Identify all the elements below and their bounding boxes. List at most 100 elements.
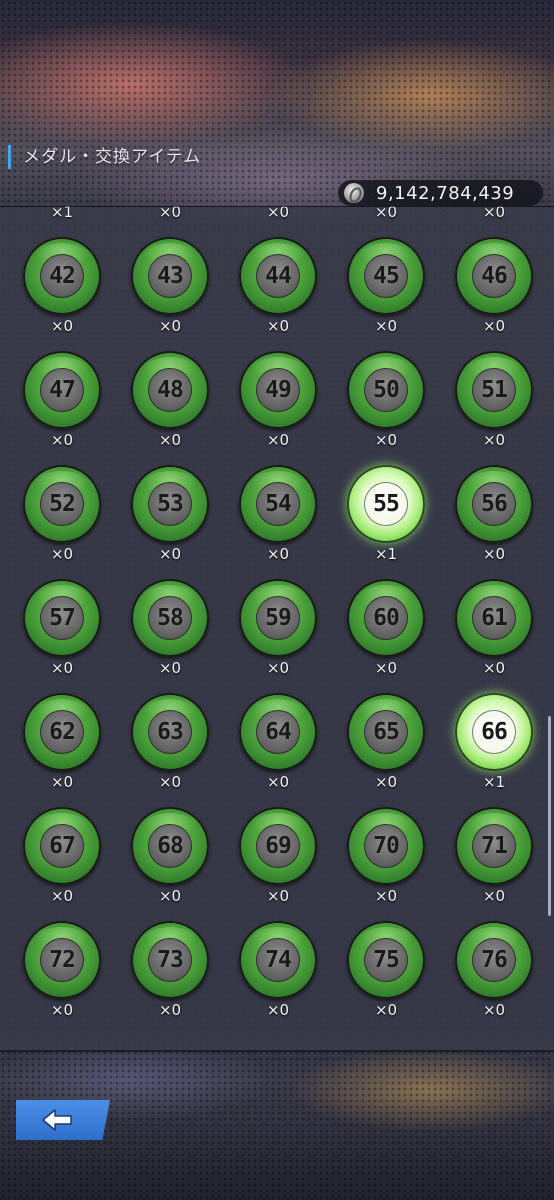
medal-cell[interactable]: 54 ×0 [233, 465, 323, 577]
medal-count: ×0 [50, 887, 74, 905]
medal-cell[interactable]: ×0 [233, 206, 323, 235]
medal-cell[interactable]: 65 ×0 [341, 693, 431, 805]
medal-cell[interactable]: 50 ×0 [341, 351, 431, 463]
medal-cell[interactable]: 48 ×0 [125, 351, 215, 463]
medal-number-plate: 65 [364, 710, 408, 754]
medal-number-plate: 48 [148, 368, 192, 412]
medal-count: ×0 [374, 206, 398, 221]
medal-icon: 46 [455, 237, 533, 315]
medal-icon: 45 [347, 237, 425, 315]
medal-icon: 64 [239, 693, 317, 771]
medal-number-plate: 73 [148, 938, 192, 982]
medal-list-panel[interactable]: 41×1 ×0 ×0 ×0 ×0 42 ×0 43 ×0 44 ×0 45 ×0 46 ×0 47 ×0 48 ×0… [0, 206, 554, 1052]
medal-number: 57 [49, 605, 76, 631]
medal-cell[interactable]: 59 ×0 [233, 579, 323, 691]
medal-cell[interactable]: 68 ×0 [125, 807, 215, 919]
medal-cell[interactable]: 41×1 [17, 206, 107, 235]
medal-cell[interactable]: 44 ×0 [233, 237, 323, 349]
medal-number-plate: 59 [256, 596, 300, 640]
medal-number-plate: 64 [256, 710, 300, 754]
medal-icon: 47 [23, 351, 101, 429]
medal-number: 55 [373, 491, 400, 517]
medal-cell[interactable]: 69 ×0 [233, 807, 323, 919]
medal-number-plate: 63 [148, 710, 192, 754]
medal-number: 67 [49, 833, 76, 859]
medal-cell[interactable]: 43 ×0 [125, 237, 215, 349]
medal-cell[interactable]: 64 ×0 [233, 693, 323, 805]
medal-number: 49 [265, 377, 292, 403]
medal-cell[interactable]: ×0 [341, 206, 431, 235]
medal-cell[interactable]: 58 ×0 [125, 579, 215, 691]
medal-icon: 54 [239, 465, 317, 543]
medal-count: ×0 [158, 317, 182, 335]
medal-count: ×0 [158, 545, 182, 563]
medal-number-plate: 53 [148, 482, 192, 526]
medal-cell[interactable]: 60 ×0 [341, 579, 431, 691]
medal-icon: 51 [455, 351, 533, 429]
medal-cell[interactable]: 62 ×0 [17, 693, 107, 805]
medal-number: 68 [157, 833, 184, 859]
medal-number: 75 [373, 947, 400, 973]
medal-count: ×0 [482, 887, 506, 905]
medal-number: 72 [49, 947, 76, 973]
medal-icon: 60 [347, 579, 425, 657]
medal-cell[interactable]: 66 ×1 [449, 693, 539, 805]
medal-cell[interactable]: 47 ×0 [17, 351, 107, 463]
medal-count: ×0 [374, 431, 398, 449]
medal-cell[interactable]: 75 ×0 [341, 921, 431, 1033]
medal-number: 52 [49, 491, 76, 517]
medal-count: ×0 [266, 317, 290, 335]
medal-number-plate: 67 [40, 824, 84, 868]
medal-cell[interactable]: 57 ×0 [17, 579, 107, 691]
medal-count: ×0 [50, 659, 74, 677]
medal-number-plate: 44 [256, 254, 300, 298]
medal-count: ×0 [482, 659, 506, 677]
medal-count: ×0 [158, 773, 182, 791]
medal-number: 42 [49, 263, 76, 289]
medal-count: ×0 [158, 659, 182, 677]
medal-number-plate: 68 [148, 824, 192, 868]
medal-icon: 65 [347, 693, 425, 771]
medal-number-plate: 49 [256, 368, 300, 412]
medal-count: ×1 [50, 206, 74, 221]
medal-cell[interactable]: 74 ×0 [233, 921, 323, 1033]
medal-cell[interactable]: 67 ×0 [17, 807, 107, 919]
medal-cell[interactable]: ×0 [125, 206, 215, 235]
medal-cell[interactable]: 45 ×0 [341, 237, 431, 349]
medal-number-plate: 66 [472, 710, 516, 754]
medal-cell[interactable]: 70 ×0 [341, 807, 431, 919]
medal-icon: 49 [239, 351, 317, 429]
medal-cell[interactable]: 42 ×0 [17, 237, 107, 349]
medal-count: ×0 [266, 659, 290, 677]
medal-number-plate: 70 [364, 824, 408, 868]
medal-icon: 43 [131, 237, 209, 315]
medal-number-plate: 45 [364, 254, 408, 298]
medal-cell[interactable]: 71 ×0 [449, 807, 539, 919]
medal-cell[interactable]: 63 ×0 [125, 693, 215, 805]
medal-cell[interactable]: 55 ×1 [341, 465, 431, 577]
medal-number-plate: 50 [364, 368, 408, 412]
back-button[interactable] [16, 1100, 110, 1140]
medal-cell[interactable]: 46 ×0 [449, 237, 539, 349]
medal-count: ×0 [482, 545, 506, 563]
medal-icon: 61 [455, 579, 533, 657]
medal-cell[interactable]: 72 ×0 [17, 921, 107, 1033]
medal-cell[interactable]: 61 ×0 [449, 579, 539, 691]
currency-display: 9,142,784,439 [338, 180, 543, 206]
medal-cell[interactable]: ×0 [449, 206, 539, 235]
medal-count: ×0 [482, 1001, 506, 1019]
medal-cell[interactable]: 56 ×0 [449, 465, 539, 577]
medal-cell[interactable]: 49 ×0 [233, 351, 323, 463]
medal-cell[interactable]: 76 ×0 [449, 921, 539, 1033]
medal-number-plate: 54 [256, 482, 300, 526]
medal-number-plate: 51 [472, 368, 516, 412]
medal-number: 58 [157, 605, 184, 631]
medal-number: 50 [373, 377, 400, 403]
medal-cell[interactable]: 53 ×0 [125, 465, 215, 577]
medal-cell[interactable]: 51 ×0 [449, 351, 539, 463]
scrollbar-thumb[interactable] [548, 716, 551, 916]
medal-number: 48 [157, 377, 184, 403]
medal-cell[interactable]: 73 ×0 [125, 921, 215, 1033]
medal-cell[interactable]: 52 ×0 [17, 465, 107, 577]
medal-icon: 68 [131, 807, 209, 885]
